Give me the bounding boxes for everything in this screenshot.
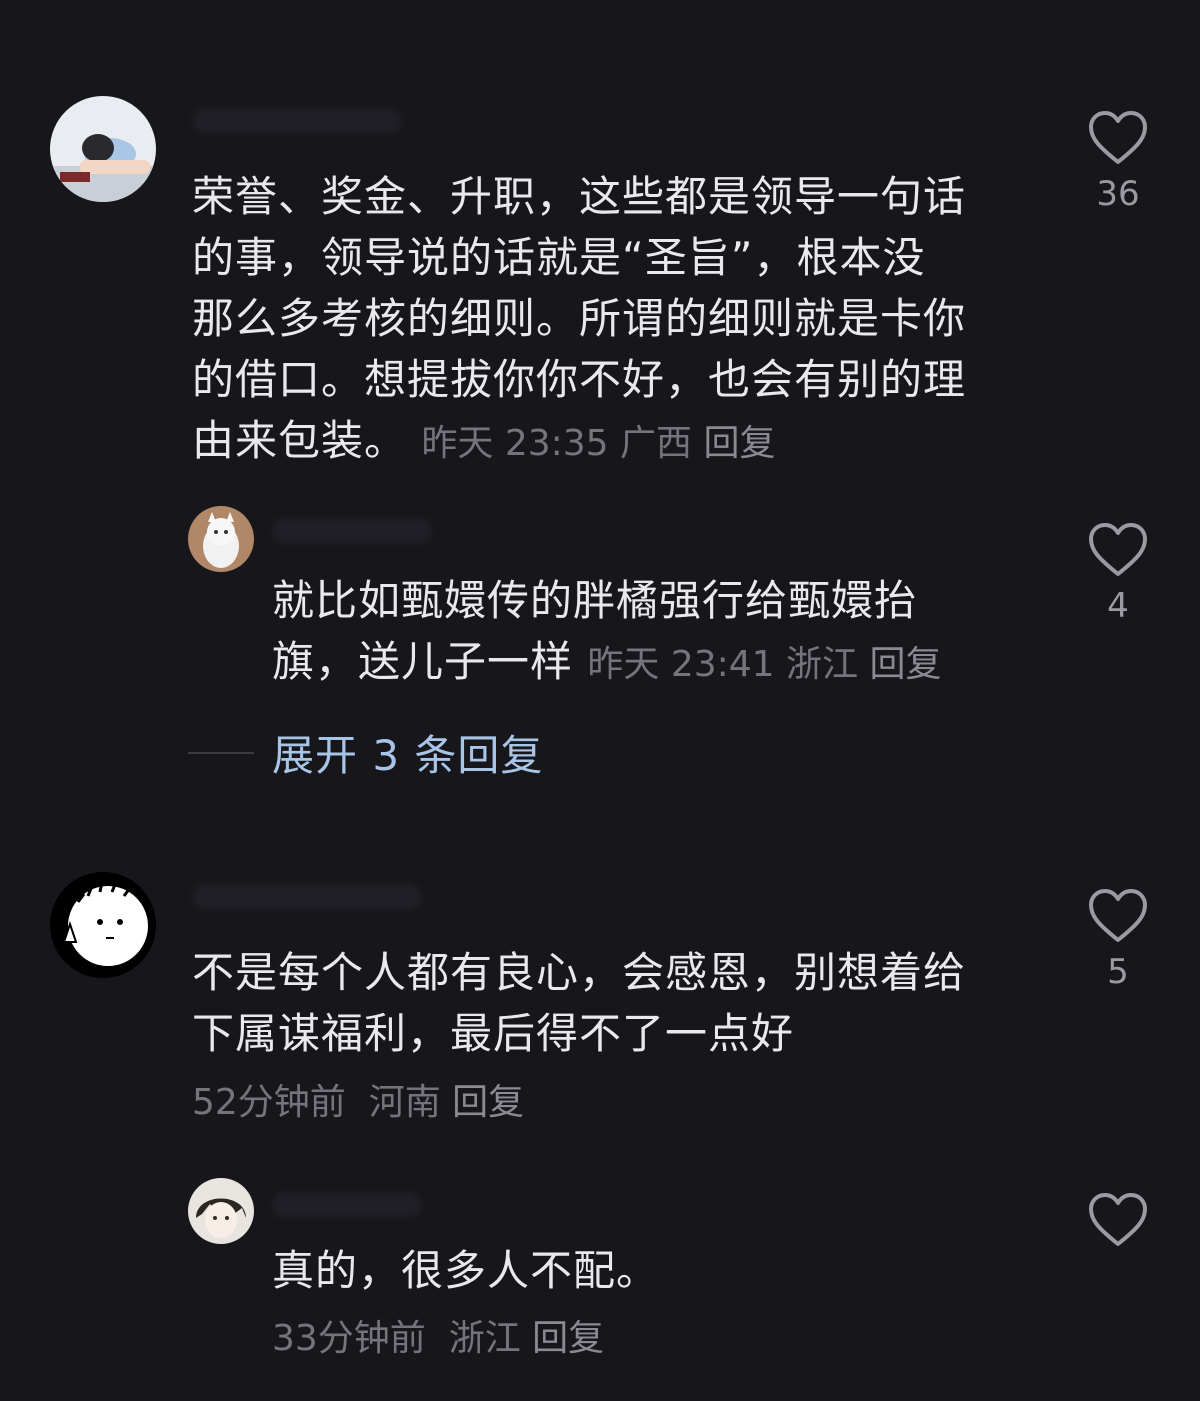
reply-button[interactable]: 回复 [452, 1082, 524, 1123]
comment-text: 就比如甄嬛传的胖橘强行给甄嬛抬 旗，送儿子一样 昨天 23:41 浙江 回复 [272, 570, 1052, 695]
comment-line: 不是每个人都有良心，会感恩，别想着给 [192, 948, 967, 997]
like-count: 36 [1096, 174, 1140, 214]
comment-time: 昨天 23:35 [421, 423, 609, 464]
comment-time: 昨天 23:41 [587, 644, 775, 685]
cartoon-face-avatar [50, 872, 156, 978]
avatar[interactable] [188, 506, 254, 572]
comment-time: 33分钟前 [272, 1318, 426, 1359]
heart-icon [1089, 889, 1147, 942]
comment-line: 就比如甄嬛传的胖橘强行给甄嬛抬 [272, 576, 918, 625]
username[interactable] [192, 884, 422, 910]
comment-meta: 昨天 23:35 广西 回复 [421, 423, 775, 464]
comment-location: 河南 [368, 1082, 441, 1123]
comment-line: 的事，领导说的话就是“圣旨”，根本没 [192, 233, 926, 282]
comment-line: 那么多考核的细则。所谓的细则就是卡你 [192, 294, 967, 343]
heart-icon [1089, 1193, 1147, 1246]
heart-icon [1089, 523, 1147, 576]
like-button[interactable] [1078, 1192, 1158, 1248]
white-cat-avatar [188, 506, 254, 572]
person-sleeping-on-desk-avatar [50, 96, 156, 202]
comment-list: 荣誉、奖金、升职，这些都是领导一句话 的事，领导说的话就是“圣旨”，根本没 那么… [0, 0, 1200, 1401]
username[interactable] [192, 108, 402, 134]
avatar[interactable] [50, 872, 156, 978]
like-button[interactable]: 36 [1078, 110, 1158, 214]
comment-text: 不是每个人都有良心，会感恩，别想着给 下属谋福利，最后得不了一点好 [192, 942, 1052, 1064]
username[interactable] [272, 1192, 422, 1218]
divider [188, 751, 254, 754]
comment-line: 的借口。想提拔你你不好，也会有别的理 [192, 355, 967, 404]
comment-line-end: 由来包装。 [192, 416, 408, 465]
reply-button[interactable]: 回复 [870, 644, 942, 685]
comment-time: 52分钟前 [192, 1082, 346, 1123]
comment-location: 广西 [620, 423, 693, 464]
like-count: 5 [1107, 952, 1129, 992]
reply-button[interactable]: 回复 [704, 423, 776, 464]
expand-replies-label[interactable]: 展开 3 条回复 [272, 722, 543, 783]
like-button[interactable]: 4 [1078, 522, 1158, 626]
comment-text: 荣誉、奖金、升职，这些都是领导一句话 的事，领导说的话就是“圣旨”，根本没 那么… [192, 166, 1052, 474]
avatar[interactable] [188, 1178, 254, 1244]
comment-line: 旗，送儿子一样 昨天 23:41 浙江 回复 [272, 631, 1052, 695]
comment-meta: 昨天 23:41 浙江 回复 [587, 644, 941, 685]
like-count: 4 [1107, 586, 1129, 626]
comment-line: 下属谋福利，最后得不了一点好 [192, 1009, 795, 1058]
comment-meta: 33分钟前 浙江 回复 [272, 1314, 604, 1364]
comment-line: 由来包装。 昨天 23:35 广西 回复 [192, 410, 1052, 474]
like-button[interactable]: 5 [1078, 888, 1158, 992]
avatar[interactable] [50, 96, 156, 202]
comment-meta: 52分钟前 河南 回复 [192, 1078, 524, 1128]
reply-button[interactable]: 回复 [532, 1318, 604, 1359]
expand-replies[interactable]: 展开 3 条回复 [188, 722, 543, 783]
username[interactable] [272, 518, 432, 544]
heart-icon [1089, 111, 1147, 164]
comment-location: 浙江 [448, 1318, 521, 1359]
comment-line: 真的，很多人不配。 [272, 1246, 660, 1295]
comment-text: 真的，很多人不配。 [272, 1240, 1052, 1301]
comment-location: 浙江 [786, 644, 859, 685]
comment-line-end: 旗，送儿子一样 [272, 637, 574, 686]
comment-line: 荣誉、奖金、升职，这些都是领导一句话 [192, 172, 967, 221]
anime-character-avatar [188, 1178, 254, 1244]
